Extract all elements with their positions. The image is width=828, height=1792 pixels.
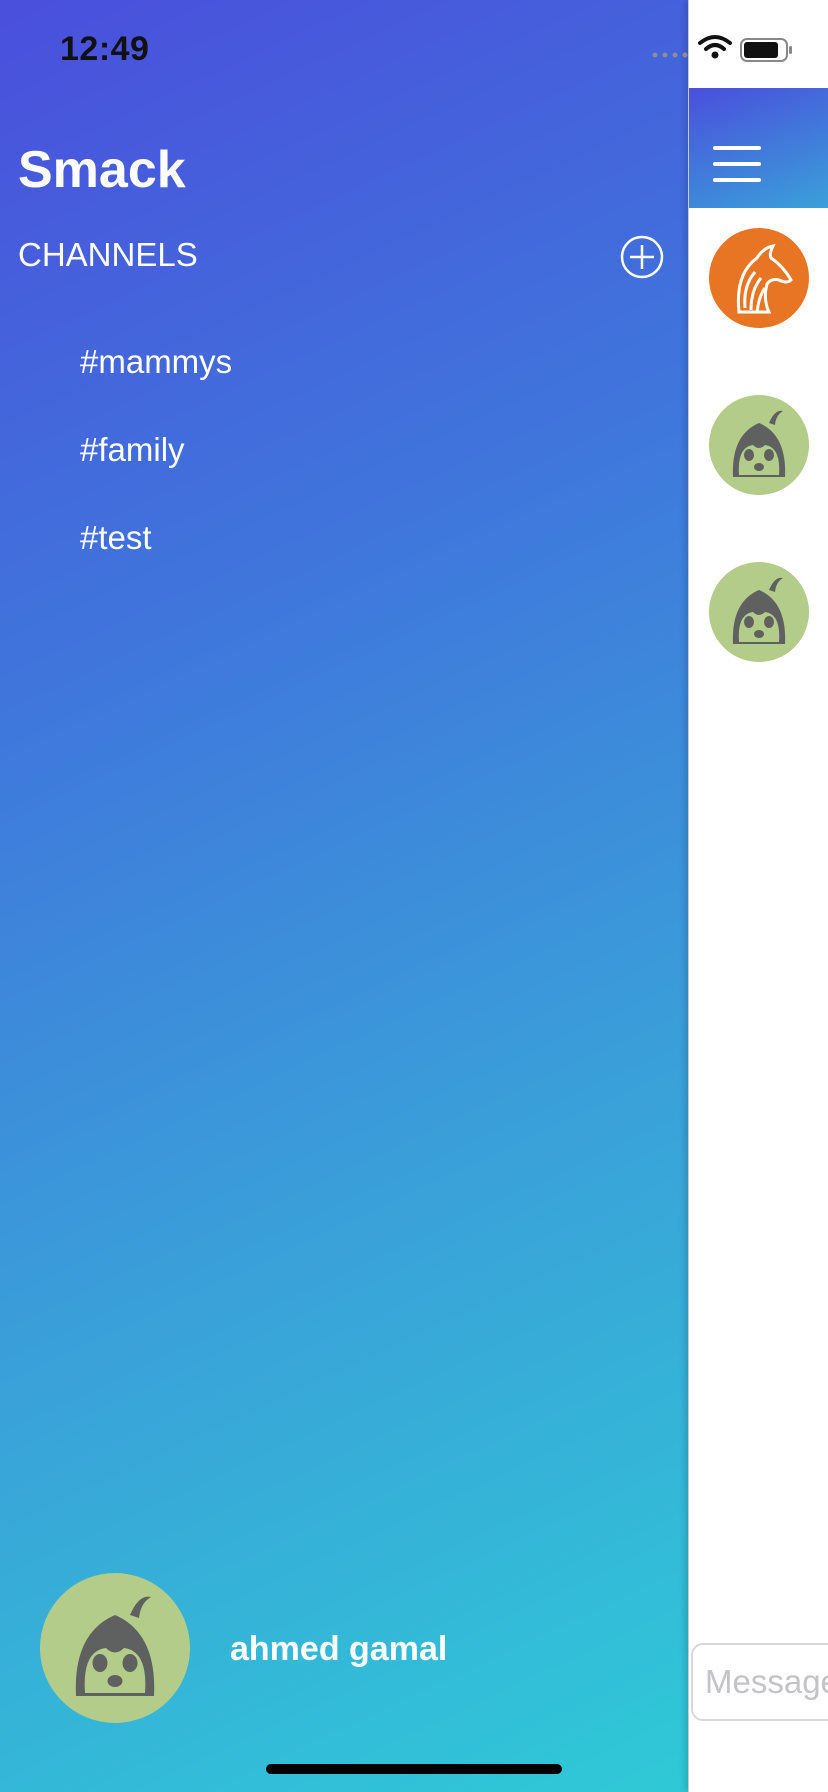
plus-circle-icon [620,235,664,279]
status-time: 12:49 [60,30,150,68]
channel-list: #mammys #family #test [80,340,232,604]
hamburger-icon[interactable] [713,146,763,184]
wifi-icon [698,35,732,59]
status-bar: 12:49 [0,0,828,100]
side-menu: Smack CHANNELS #mammys #family #test ahm… [0,0,688,1792]
channel-item-family[interactable]: #family [80,428,232,516]
chat-header [689,88,828,208]
message-avatar-penguin [709,562,809,662]
signal-icon [652,52,688,58]
app-title: Smack [18,141,186,199]
channel-item-mammys[interactable]: #mammys [80,340,232,428]
horse-avatar-icon [709,228,809,328]
penguin-avatar-icon [40,1573,190,1723]
penguin-avatar-icon [709,395,809,495]
penguin-avatar-icon [709,562,809,662]
message-avatar-horse [709,228,809,328]
channel-item-test[interactable]: #test [80,516,232,604]
message-input[interactable] [691,1643,828,1721]
channels-header: CHANNELS [18,236,198,273]
add-channel-button[interactable] [620,235,664,279]
user-avatar[interactable] [40,1573,190,1723]
home-indicator [266,1764,562,1774]
battery-icon [740,38,792,62]
message-avatar-penguin [709,395,809,495]
chat-panel[interactable] [688,0,828,1792]
user-name[interactable]: ahmed gamal [230,1630,447,1669]
